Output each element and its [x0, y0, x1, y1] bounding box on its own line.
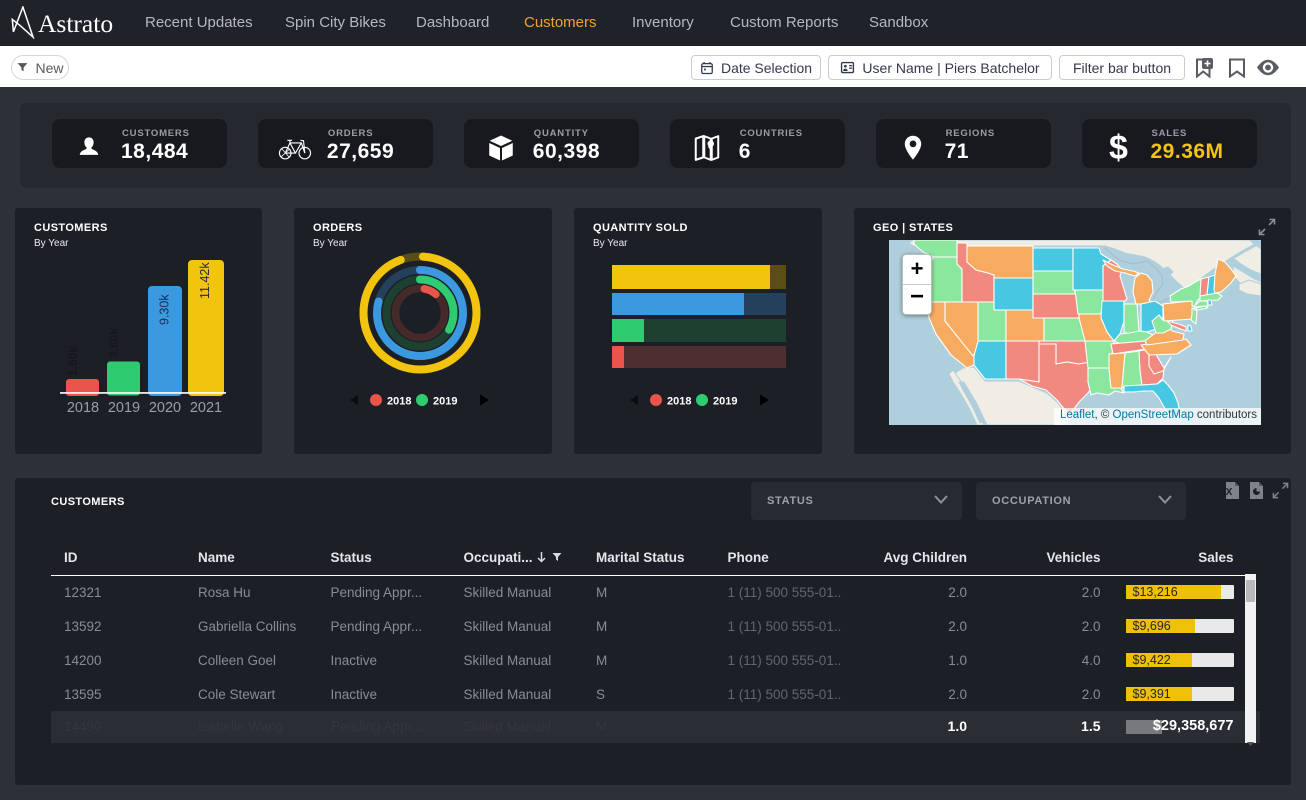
- svg-text:9.30k: 9.30k: [158, 294, 172, 325]
- svg-text:2021: 2021: [190, 400, 222, 416]
- svg-text:3.60k: 3.60k: [107, 328, 121, 358]
- svg-text:2020: 2020: [149, 400, 181, 416]
- svg-text:2018: 2018: [667, 396, 691, 408]
- svg-text:2019: 2019: [108, 400, 140, 416]
- svg-text:2018: 2018: [387, 396, 411, 408]
- svg-text:11.42k: 11.42k: [198, 262, 212, 299]
- svg-text:X: X: [1226, 487, 1233, 498]
- svg-text:2018: 2018: [67, 400, 99, 416]
- svg-text:1.60k: 1.60k: [66, 346, 80, 376]
- svg-text:2019: 2019: [433, 396, 457, 408]
- svg-text:2019: 2019: [713, 396, 737, 408]
